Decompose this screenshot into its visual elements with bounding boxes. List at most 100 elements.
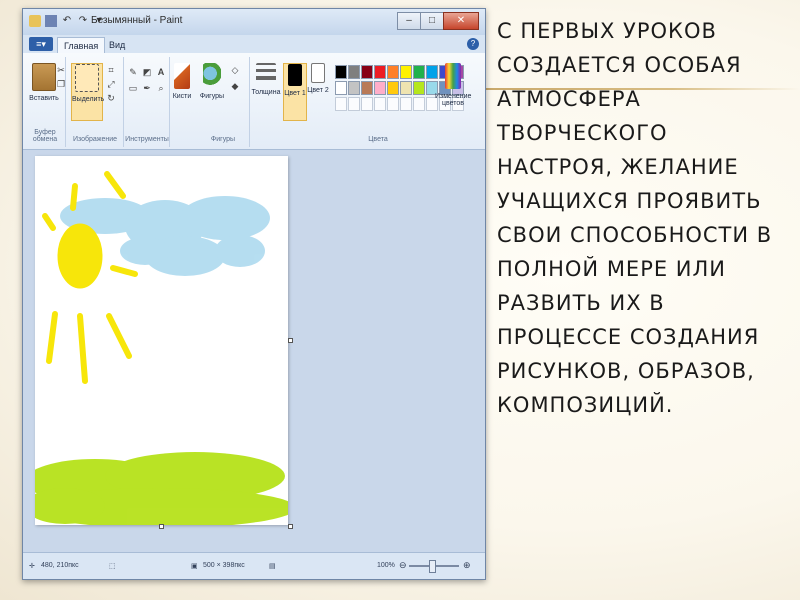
color-swatch[interactable] bbox=[361, 65, 373, 79]
select-icon bbox=[75, 64, 99, 92]
pencil-icon[interactable]: ✎ bbox=[127, 67, 139, 77]
selection-icon: ⬚ bbox=[109, 563, 116, 570]
undo-icon[interactable]: ↶ bbox=[61, 15, 73, 27]
color-swatch[interactable] bbox=[400, 65, 412, 79]
fill-icon[interactable]: ◩ bbox=[141, 67, 153, 77]
custom-color-slot[interactable] bbox=[361, 97, 373, 111]
brushes-button[interactable]: Кисти bbox=[169, 63, 195, 119]
custom-color-slot[interactable] bbox=[348, 97, 360, 111]
edit-colors-icon bbox=[445, 63, 461, 89]
tools-group-label: Инструменты bbox=[125, 136, 169, 143]
shapes-button[interactable]: Фигуры bbox=[197, 63, 227, 119]
size-label: Толщина bbox=[251, 89, 281, 96]
colors-group-label: Цвета bbox=[368, 136, 388, 143]
canvas-area bbox=[23, 150, 485, 553]
help-icon[interactable]: ? bbox=[467, 38, 479, 50]
close-button[interactable]: ✕ bbox=[443, 12, 479, 30]
magnifier-icon[interactable]: ⌕ bbox=[155, 83, 167, 93]
color-swatch[interactable] bbox=[400, 81, 412, 95]
cursor-icon: ✛ bbox=[29, 563, 35, 570]
clipboard-group-label: Буфер обмена bbox=[32, 129, 58, 143]
select-label: Выделить bbox=[72, 96, 105, 103]
color-swatch[interactable] bbox=[387, 81, 399, 95]
app-menu-button[interactable]: ≡▾ bbox=[29, 37, 53, 51]
color-swatch[interactable] bbox=[374, 65, 386, 79]
tools-group: ✎ ◩ A ▭ ✒ ⌕ Инструменты bbox=[125, 57, 170, 147]
crop-icon[interactable]: ⌗ bbox=[105, 65, 117, 75]
size-group: Толщина bbox=[251, 57, 281, 147]
clipboard-icon bbox=[32, 63, 56, 91]
resize-icon[interactable]: ⤢ bbox=[105, 79, 117, 89]
window-controls: – □ ✕ bbox=[397, 12, 479, 30]
grass bbox=[35, 452, 288, 525]
redo-icon[interactable]: ↷ bbox=[77, 15, 89, 27]
resize-handle-bottom[interactable] bbox=[159, 524, 164, 529]
save-icon[interactable] bbox=[45, 15, 57, 27]
brushes-group: Кисти bbox=[171, 57, 195, 147]
color-swatch[interactable] bbox=[335, 81, 347, 95]
color-swatch[interactable] bbox=[361, 81, 373, 95]
resize-handle-right[interactable] bbox=[288, 338, 293, 343]
color-swatch[interactable] bbox=[335, 65, 347, 79]
zoom-out-button[interactable]: ⊖ bbox=[399, 560, 407, 571]
color-swatch[interactable] bbox=[348, 65, 360, 79]
color1-swatch bbox=[288, 64, 302, 86]
zoom-level: 100% bbox=[377, 562, 395, 569]
paste-label: Вставить bbox=[29, 95, 59, 102]
color-swatch[interactable] bbox=[348, 81, 360, 95]
tab-view[interactable]: Вид bbox=[103, 37, 131, 53]
custom-color-slot[interactable] bbox=[387, 97, 399, 111]
cut-icon[interactable]: ✂ bbox=[55, 65, 67, 75]
colors-group: Цвет 1 Цвет 2 Изменение цветов Цвета bbox=[283, 57, 473, 147]
custom-color-slot[interactable] bbox=[413, 97, 425, 111]
title-bar[interactable]: ↶ ↷ ▾ Безымянный - Paint – □ ✕ bbox=[23, 9, 485, 35]
fill-shape-icon[interactable]: ◆ bbox=[229, 81, 241, 91]
edit-colors-button[interactable]: Изменение цветов bbox=[435, 63, 471, 119]
shapes-group-label: Фигуры bbox=[210, 136, 236, 143]
zoom-in-button[interactable]: ⊕ bbox=[463, 560, 471, 571]
color-swatch[interactable] bbox=[374, 81, 386, 95]
drawing-canvas[interactable] bbox=[35, 156, 288, 525]
color1-label: Цвет 1 bbox=[284, 90, 306, 97]
color1-button[interactable]: Цвет 1 bbox=[283, 63, 307, 121]
shapes-group: Фигуры ◇ ◆ Фигуры bbox=[197, 57, 250, 147]
color2-label: Цвет 2 bbox=[307, 87, 329, 94]
edit-colors-label: Изменение цветов bbox=[435, 93, 472, 107]
zoom-slider-thumb[interactable] bbox=[429, 560, 436, 573]
size-button[interactable]: Толщина bbox=[251, 63, 281, 119]
cursor-position: 480, 210пкс bbox=[41, 562, 79, 569]
shapes-icon bbox=[203, 63, 221, 89]
minimize-button[interactable]: – bbox=[397, 12, 421, 30]
select-button[interactable]: Выделить bbox=[71, 63, 105, 121]
brushes-label: Кисти bbox=[172, 93, 192, 100]
color2-swatch bbox=[311, 63, 325, 83]
color2-button[interactable]: Цвет 2 bbox=[307, 63, 329, 119]
clipboard-group: Вставить ✂ ❐ Буфер обмена bbox=[25, 57, 66, 147]
copy-icon[interactable]: ❐ bbox=[55, 79, 67, 89]
rotate-icon[interactable]: ↻ bbox=[105, 93, 117, 103]
ribbon: Вставить ✂ ❐ Буфер обмена Выделить ⌗ ⤢ ↻… bbox=[23, 53, 485, 150]
text-icon[interactable]: A bbox=[155, 67, 167, 77]
status-bar: ✛ 480, 210пкс ⬚ ▣ 500 × 398пкс ▤ 100% ⊖ … bbox=[23, 552, 485, 579]
resize-handle-corner[interactable] bbox=[288, 524, 293, 529]
eraser-icon[interactable]: ▭ bbox=[127, 83, 139, 93]
child-drawing bbox=[35, 171, 288, 525]
color-picker-icon[interactable]: ✒ bbox=[141, 83, 153, 93]
custom-color-slot[interactable] bbox=[400, 97, 412, 111]
tab-home[interactable]: Главная bbox=[57, 37, 106, 54]
maximize-button[interactable]: □ bbox=[420, 12, 444, 30]
color-swatch[interactable] bbox=[413, 81, 425, 95]
canvas-size: 500 × 398пкс bbox=[203, 562, 245, 569]
color-swatch[interactable] bbox=[387, 65, 399, 79]
color-swatch[interactable] bbox=[413, 65, 425, 79]
paint-window: ↶ ↷ ▾ Безымянный - Paint – □ ✕ ≡▾ Главна… bbox=[22, 8, 486, 580]
file-size-icon: ▤ bbox=[269, 563, 276, 570]
line-width-icon bbox=[256, 63, 276, 85]
image-group: Выделить ⌗ ⤢ ↻ Изображение bbox=[67, 57, 124, 147]
custom-color-slot[interactable] bbox=[374, 97, 386, 111]
slide-text: С первых уроков создается особая атмосфе… bbox=[497, 19, 773, 417]
outline-icon[interactable]: ◇ bbox=[229, 65, 241, 75]
custom-color-slot[interactable] bbox=[335, 97, 347, 111]
image-group-label: Изображение bbox=[72, 136, 118, 143]
paint-app-icon bbox=[29, 15, 41, 27]
